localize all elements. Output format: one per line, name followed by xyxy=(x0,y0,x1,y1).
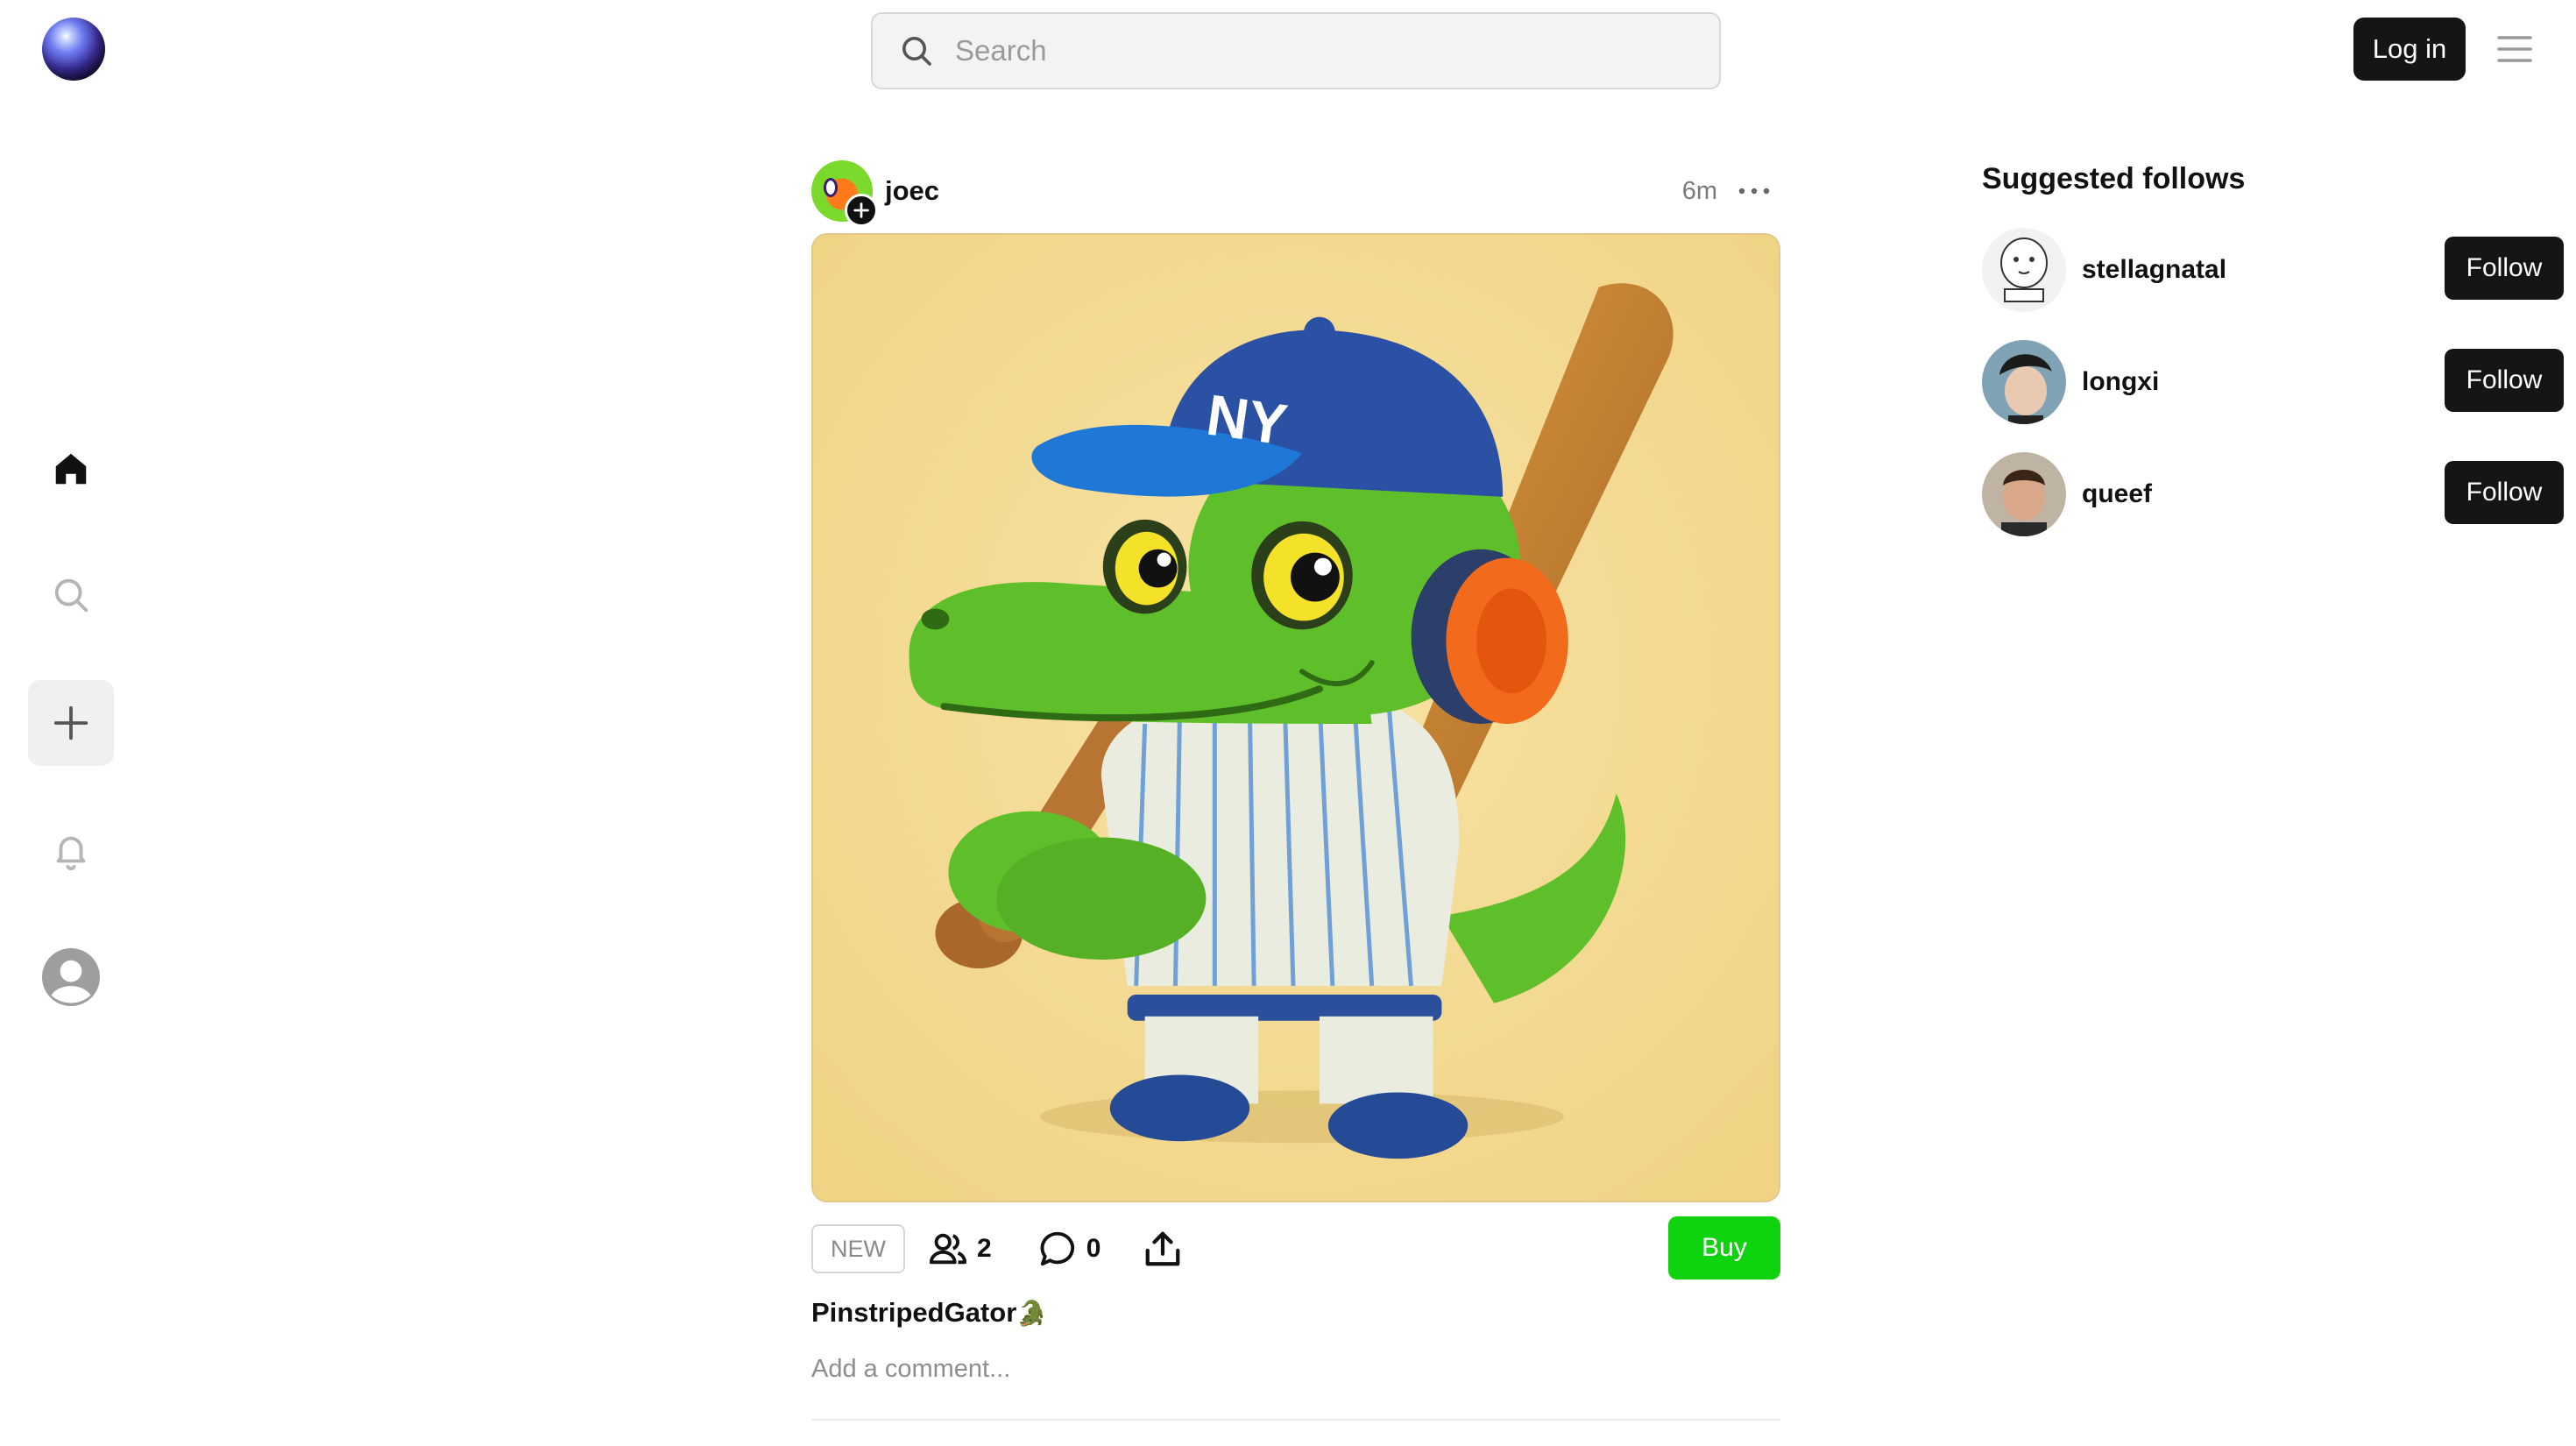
suggested-user-name[interactable]: longxi xyxy=(2082,367,2159,397)
follow-button[interactable]: Follow xyxy=(2445,349,2564,412)
post-header: joec 6m xyxy=(811,158,1780,227)
comment-bubble-icon xyxy=(1040,1231,1074,1266)
post-actions: NEW 2 0 Buy xyxy=(811,1216,1780,1281)
suggested-user-row: queef Follow xyxy=(1982,452,2564,536)
search-bar[interactable] xyxy=(871,12,1721,89)
suggested-user-name[interactable]: stellagnatal xyxy=(2082,255,2226,285)
login-button[interactable]: Log in xyxy=(2353,18,2466,81)
comments-button[interactable]: 0 xyxy=(1037,1229,1101,1269)
sidebar-item-notifications[interactable] xyxy=(28,808,114,894)
hamburger-menu-icon[interactable] xyxy=(2495,33,2534,65)
suggested-user-avatar[interactable] xyxy=(1982,452,2066,536)
new-badge: NEW xyxy=(811,1224,905,1273)
follow-button[interactable]: Follow xyxy=(2445,461,2564,524)
app-logo[interactable] xyxy=(42,18,105,81)
suggested-user-row: stellagnatal Follow xyxy=(1982,228,2564,312)
search-input[interactable] xyxy=(955,34,1656,67)
post-image[interactable]: NY xyxy=(811,233,1780,1202)
avatar-eye-detail xyxy=(824,178,838,197)
search-icon xyxy=(54,578,88,613)
sidebar-item-home[interactable] xyxy=(28,426,114,512)
bell-icon xyxy=(56,836,86,871)
caption-emoji: 🐊 xyxy=(1016,1298,1048,1328)
post-author-avatar[interactable] xyxy=(811,160,878,227)
post-username[interactable]: joec xyxy=(885,175,939,207)
share-icon[interactable] xyxy=(1143,1229,1183,1269)
home-icon xyxy=(55,453,87,485)
suggested-follows-title: Suggested follows xyxy=(1982,161,2246,195)
suggested-user-name[interactable]: queef xyxy=(2082,479,2152,509)
post-timestamp: 6m xyxy=(1681,176,1717,205)
alligator-illustration: NY xyxy=(813,235,1779,1201)
feed-post: joec 6m NY NEW 2 0 Buy PinstripedGator 🐊… xyxy=(811,158,1780,1421)
collectors-button[interactable]: 2 xyxy=(928,1229,992,1269)
comment-input[interactable] xyxy=(811,1355,1780,1421)
plus-icon xyxy=(53,705,88,741)
suggested-user-row: longxi Follow xyxy=(1982,340,2564,424)
suggested-user-avatar[interactable] xyxy=(1982,340,2066,424)
sidebar-item-profile[interactable] xyxy=(28,934,114,1020)
sidebar-item-create[interactable] xyxy=(28,680,114,766)
post-caption: PinstripedGator 🐊 xyxy=(811,1297,1780,1329)
suggested-user-avatar[interactable] xyxy=(1982,228,2066,312)
user-avatar-icon xyxy=(42,948,100,1006)
post-caption-text: PinstripedGator xyxy=(811,1297,1017,1328)
ellipsis-icon[interactable] xyxy=(1737,179,1772,203)
people-icon xyxy=(929,1233,967,1265)
collectors-count: 2 xyxy=(977,1234,992,1263)
follow-plus-icon[interactable] xyxy=(845,194,878,227)
follow-button[interactable]: Follow xyxy=(2445,237,2564,300)
sidebar-item-search[interactable] xyxy=(28,552,114,638)
search-icon xyxy=(902,37,931,66)
comments-count: 0 xyxy=(1086,1234,1101,1263)
cap-ny-text: NY xyxy=(1203,382,1292,457)
suggested-follows-panel: Suggested follows stellagnatal Follow lo… xyxy=(1982,158,2564,536)
buy-button[interactable]: Buy xyxy=(1668,1216,1780,1279)
